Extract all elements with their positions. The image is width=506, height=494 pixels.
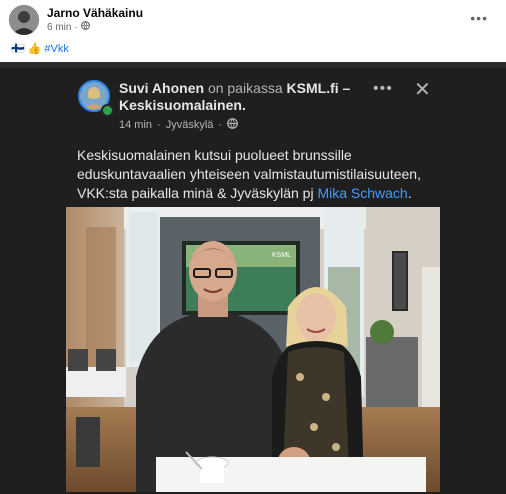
author-avatar[interactable] — [9, 5, 39, 35]
shared-post-meta: 14 min · Jyväskylä · — [119, 118, 238, 132]
post-meta: 6 min · — [47, 21, 90, 33]
author-name[interactable]: Jarno Vähäkainu — [47, 6, 143, 20]
mention-link[interactable]: Mika Schwach — [317, 185, 407, 201]
shared-author-name[interactable]: Suvi Ahonen — [119, 80, 204, 96]
shared-post-text: Keskisuomalainen kutsui puolueet brunssi… — [77, 146, 447, 203]
dot-separator: · — [218, 119, 223, 131]
post-photo[interactable]: KSML — [66, 207, 440, 492]
shared-post-time[interactable]: 14 min — [119, 119, 152, 131]
post-time[interactable]: 6 min — [47, 22, 71, 33]
globe-icon — [80, 21, 90, 33]
globe-icon — [227, 118, 238, 132]
close-icon[interactable]: ✕ — [414, 77, 431, 102]
location-label[interactable]: Jyväskylä — [166, 119, 214, 131]
dot-separator: · — [74, 21, 78, 33]
frame-top-edge — [0, 62, 506, 68]
dot-separator: · — [157, 119, 161, 131]
online-status-indicator — [101, 104, 114, 117]
shared-post-text-end: . — [407, 185, 412, 201]
tv-screen-label: KSML — [272, 252, 291, 259]
at-text: on paikassa — [207, 80, 283, 96]
outer-post-header: Jarno Vähäkainu 6 min · ••• 🇫🇮 👍 #Vkk — [0, 0, 506, 60]
shared-post-title: Suvi Ahonen on paikassa KSML.fi – Keskis… — [119, 80, 359, 114]
finland-flag-emoji: 🇫🇮 — [11, 43, 25, 55]
more-options-button[interactable]: ••• — [470, 10, 488, 26]
post-text: 🇫🇮 👍 #Vkk — [11, 42, 69, 56]
hashtag-link[interactable]: #Vkk — [44, 43, 68, 55]
thumbs-up-emoji: 👍 — [27, 43, 42, 55]
shared-more-options-button[interactable]: ••• — [373, 80, 393, 98]
